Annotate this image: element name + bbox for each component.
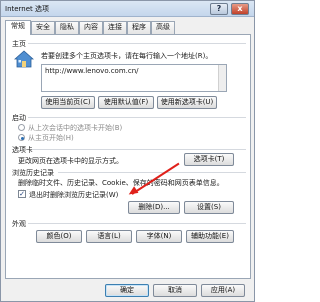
tabs-section-divider bbox=[32, 149, 246, 150]
close-button[interactable]: x bbox=[231, 3, 249, 15]
appearance-section-divider bbox=[28, 223, 246, 224]
home-instruction: 若要创建多个主页选项卡，请在每行输入一个地址(R)。 bbox=[41, 52, 213, 60]
home-page-url: http://www.lenovo.com.cn/ bbox=[45, 67, 139, 75]
use-current-button[interactable]: 使用当前页(C) bbox=[41, 96, 95, 109]
tabs-section-label: 选项卡 bbox=[12, 146, 33, 154]
title-bar[interactable]: Internet 选项 ? x bbox=[1, 1, 254, 17]
fonts-button[interactable]: 字体(N) bbox=[136, 230, 182, 243]
colors-button[interactable]: 颜色(O) bbox=[36, 230, 82, 243]
general-panel: 主页 若要创建多个主页选项卡，请在每行输入一个地址(R)。 http://www… bbox=[5, 34, 251, 279]
home-house-icon bbox=[14, 50, 34, 68]
internet-options-dialog: Internet 选项 ? x 常规 安全 隐私 内容 连接 程序 高级 主页 … bbox=[0, 0, 255, 302]
home-page-url-field[interactable]: http://www.lenovo.com.cn/ bbox=[41, 64, 227, 92]
tab-advanced[interactable]: 高级 bbox=[151, 21, 175, 34]
history-section-divider bbox=[58, 172, 246, 173]
appearance-section-label: 外观 bbox=[12, 220, 26, 228]
startup-section-label: 启动 bbox=[12, 114, 26, 122]
start-with-home-label: 从主页开始(H) bbox=[28, 134, 74, 142]
tab-privacy[interactable]: 隐私 bbox=[55, 21, 79, 34]
tab-security[interactable]: 安全 bbox=[31, 21, 55, 34]
cancel-button[interactable]: 取消 bbox=[153, 284, 197, 297]
start-from-last-session-label: 从上次会话中的选项卡开始(B) bbox=[28, 124, 123, 132]
history-section-label: 浏览历史记录 bbox=[12, 169, 54, 177]
tab-connections[interactable]: 连接 bbox=[103, 21, 127, 34]
tabs-description: 更改网页在选项卡中的显示方式。 bbox=[18, 157, 123, 165]
history-settings-button[interactable]: 设置(S) bbox=[184, 201, 234, 214]
home-section-label: 主页 bbox=[12, 40, 26, 48]
tab-content[interactable]: 内容 bbox=[79, 21, 103, 34]
tab-programs[interactable]: 程序 bbox=[127, 21, 151, 34]
home-section-divider bbox=[28, 43, 246, 44]
use-default-button[interactable]: 使用默认值(F) bbox=[98, 96, 154, 109]
delete-history-on-exit-label: 退出时删除浏览历史记录(W) bbox=[29, 191, 119, 199]
startup-section-divider bbox=[28, 117, 246, 118]
tab-general[interactable]: 常规 bbox=[5, 20, 31, 35]
tabs-settings-button[interactable]: 选项卡(T) bbox=[184, 153, 234, 166]
start-from-last-session-radio[interactable] bbox=[18, 124, 25, 131]
delete-history-button[interactable]: 删除(D)... bbox=[128, 201, 180, 214]
home-url-scrollbar[interactable] bbox=[218, 65, 226, 91]
help-button[interactable]: ? bbox=[210, 3, 228, 15]
tab-strip: 常规 安全 隐私 内容 连接 程序 高级 bbox=[5, 20, 253, 35]
start-with-home-radio[interactable] bbox=[18, 134, 25, 141]
delete-history-on-exit-checkbox[interactable]: ✓ bbox=[18, 190, 26, 198]
accessibility-button[interactable]: 辅助功能(E) bbox=[186, 230, 234, 243]
languages-button[interactable]: 语言(L) bbox=[86, 230, 132, 243]
use-new-tab-button[interactable]: 使用新选项卡(U) bbox=[157, 96, 217, 109]
ok-button[interactable]: 确定 bbox=[105, 284, 149, 297]
apply-button[interactable]: 应用(A) bbox=[201, 284, 245, 297]
window-title: Internet 选项 bbox=[5, 5, 50, 13]
